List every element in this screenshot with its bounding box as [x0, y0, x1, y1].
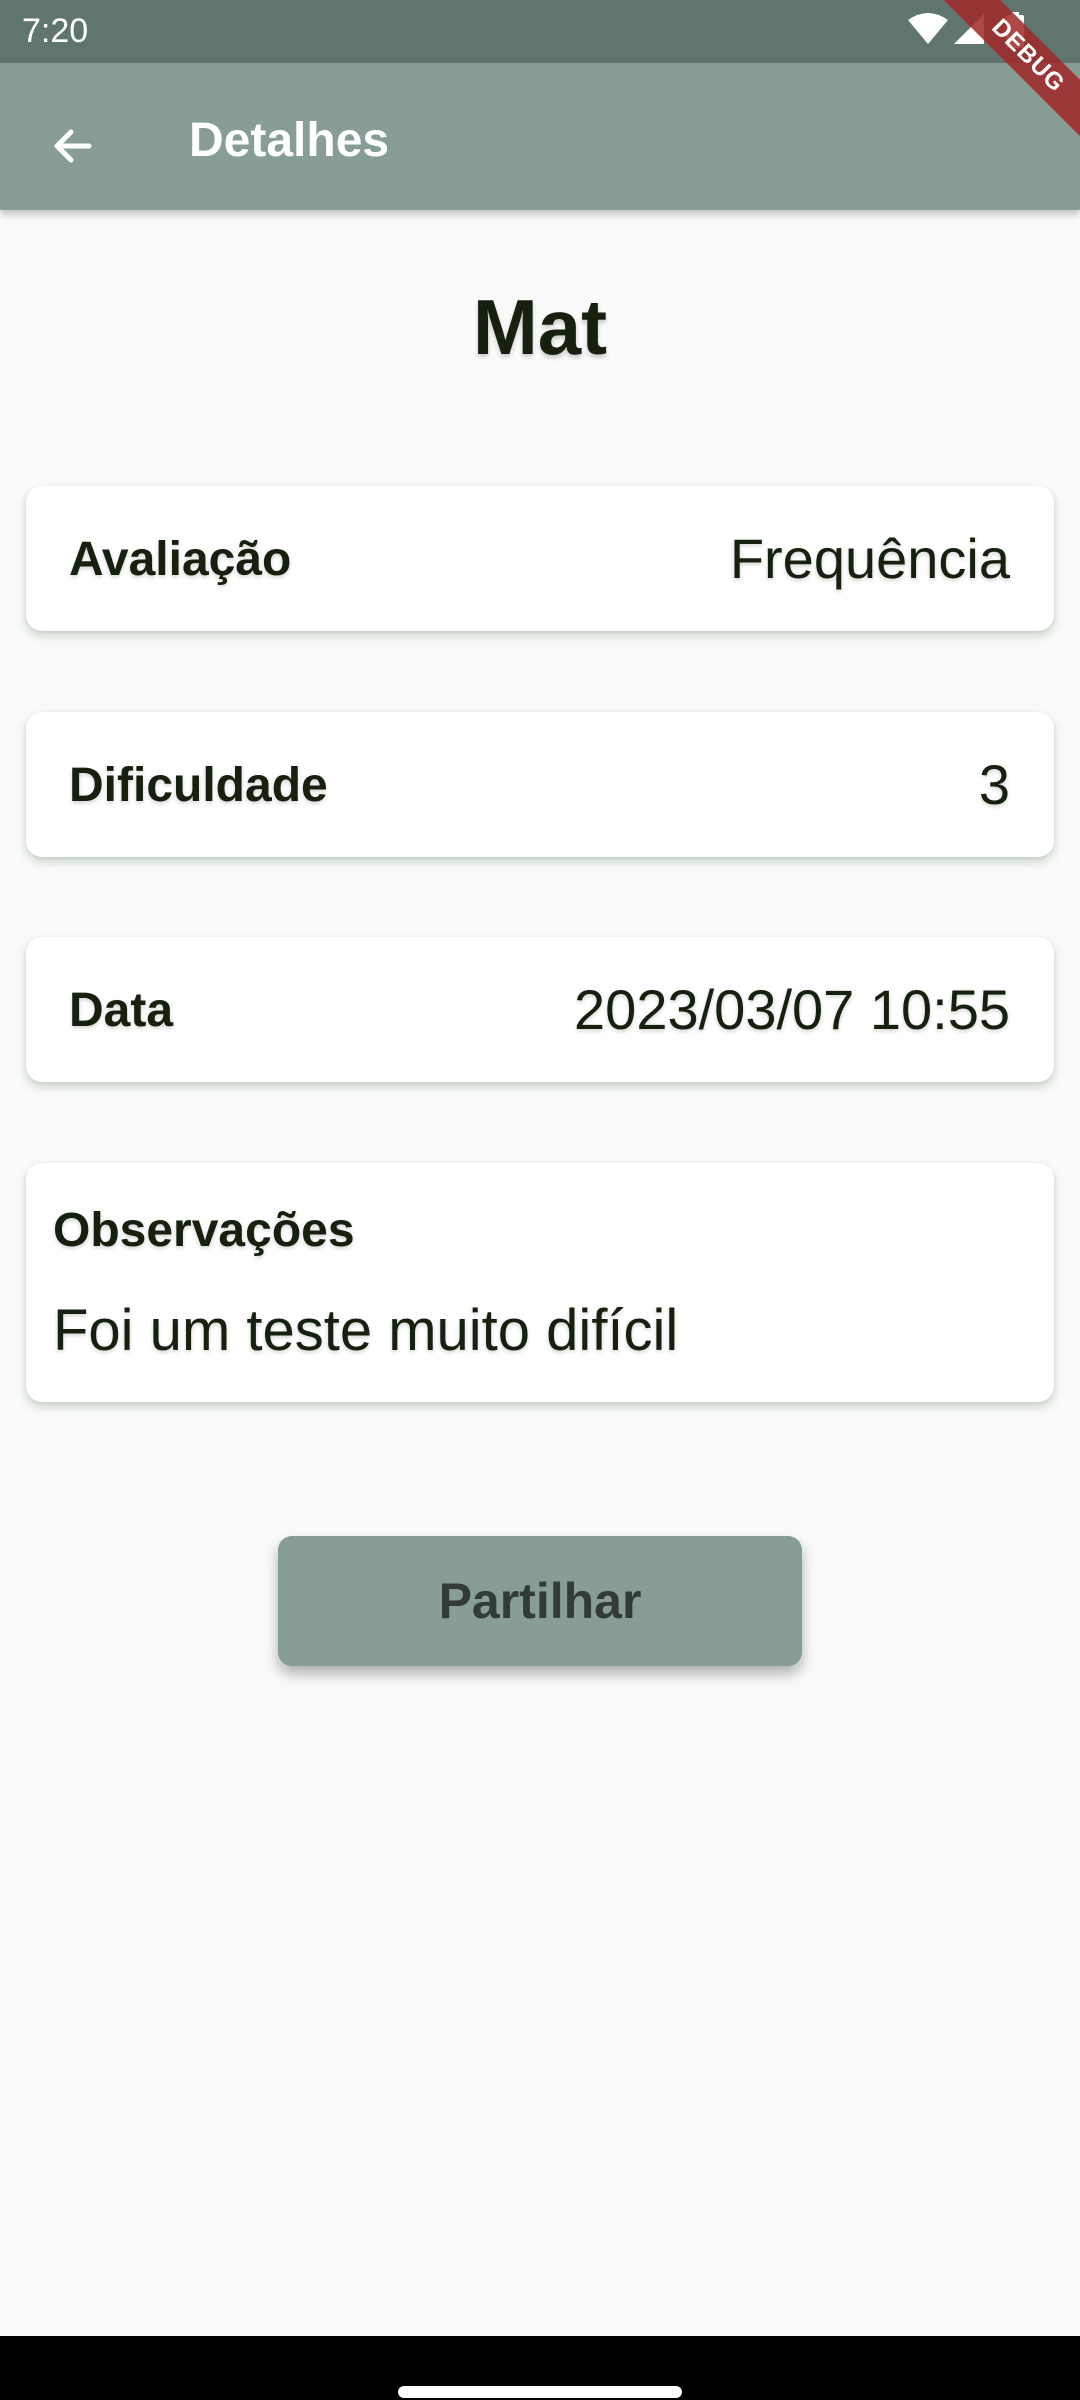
- back-button[interactable]: [28, 101, 118, 191]
- date-value: 2023/03/07 10:55: [574, 978, 1010, 1041]
- difficulty-value: 3: [978, 753, 1010, 816]
- detail-card-date: Data 2023/03/07 10:55: [26, 937, 1054, 1082]
- detail-card-assessment: Avaliação Frequência: [26, 486, 1054, 631]
- subject-title: Mat: [472, 283, 608, 371]
- assessment-value: Frequência: [729, 527, 1010, 590]
- home-indicator[interactable]: [398, 2386, 682, 2398]
- difficulty-label: Dificuldade: [69, 759, 328, 812]
- battery-icon: [1006, 12, 1024, 48]
- wifi-icon: [908, 13, 948, 44]
- notes-card: Observações Foi um teste muito difícil: [26, 1163, 1054, 1402]
- status-bar: 7:20: [0, 0, 1080, 63]
- app-bar: Detalhes: [0, 63, 1080, 210]
- notes-label: Observações: [53, 1204, 355, 1257]
- arrow-back-icon: [54, 129, 92, 163]
- share-button[interactable]: Partilhar: [278, 1536, 802, 1666]
- date-label: Data: [69, 984, 174, 1037]
- assessment-label: Avaliação: [69, 533, 292, 586]
- detail-card-difficulty: Dificuldade 3: [26, 712, 1054, 857]
- notes-text: Foi um teste muito difícil: [53, 1298, 679, 1363]
- cellular-signal-icon: [954, 14, 984, 44]
- status-time: 7:20: [22, 12, 89, 50]
- app-bar-title: Detalhes: [189, 114, 390, 167]
